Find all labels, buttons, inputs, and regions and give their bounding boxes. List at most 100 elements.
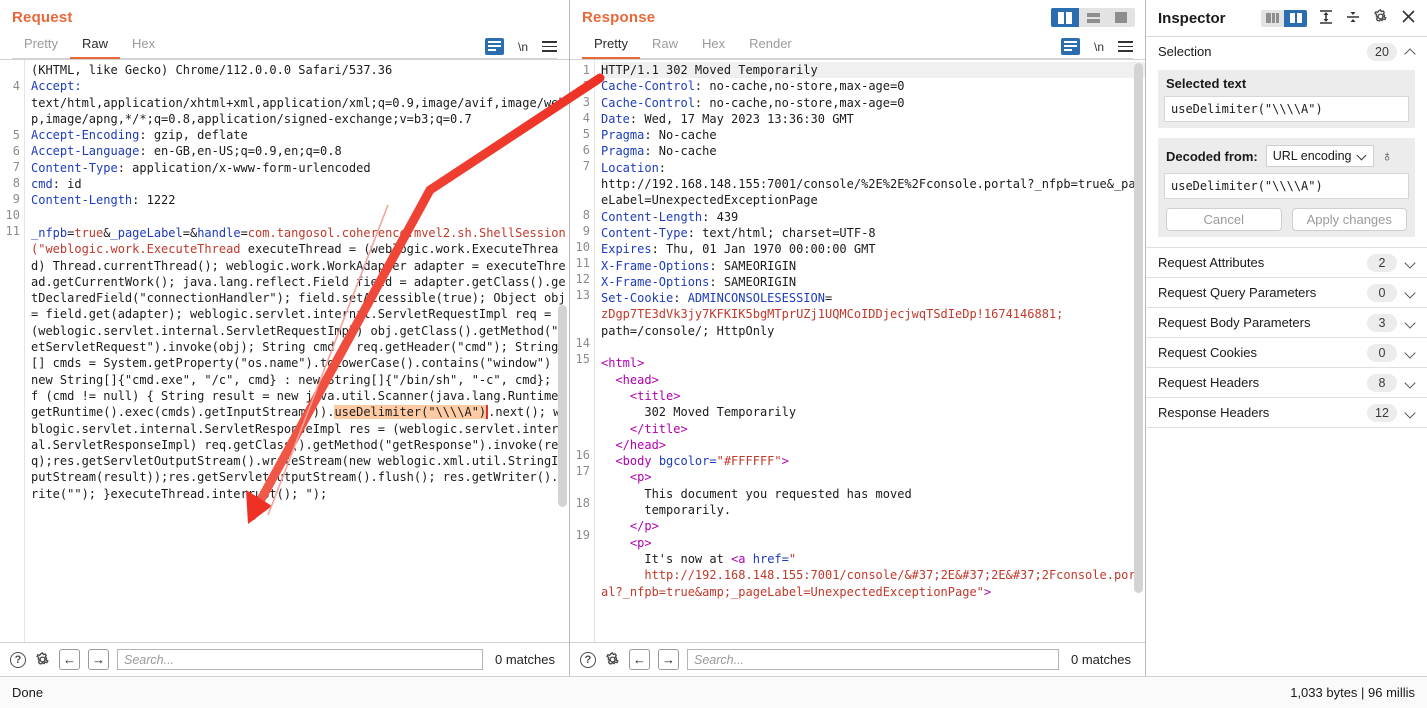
inspector-section-header[interactable]: Request Cookies 0 — [1146, 338, 1427, 367]
chevron-down-icon[interactable] — [1405, 377, 1417, 389]
request-tab-pretty[interactable]: Pretty — [12, 33, 70, 59]
selection-section-header[interactable]: Selection 20 — [1146, 37, 1427, 66]
close-icon[interactable] — [1400, 8, 1417, 28]
line-number — [0, 94, 20, 127]
chevron-down-icon[interactable] — [1405, 407, 1417, 419]
side-by-side-layout-icon[interactable] — [1051, 8, 1079, 27]
response-editor[interactable]: 1 2 3 4 5 6 7 8 9 10 11 12 13 14 15 16 17 18 19 HTTP/1.1 3… — [570, 59, 1145, 642]
line-number: 6 — [582, 143, 590, 157]
find-next-button[interactable]: → — [658, 649, 679, 670]
chevron-up-icon[interactable] — [1405, 46, 1417, 58]
layout-toggle-group — [1051, 8, 1135, 27]
line-number — [570, 383, 590, 399]
request-tab-hex[interactable]: Hex — [120, 33, 167, 59]
response-tab-render[interactable]: Render — [737, 33, 804, 59]
line-number: 1 — [582, 63, 590, 77]
request-search-input[interactable] — [117, 649, 484, 670]
hamburger-menu-icon[interactable] — [1118, 41, 1133, 52]
chevron-down-icon[interactable] — [1405, 317, 1417, 329]
request-tab-tools: \n — [484, 38, 557, 55]
code-line: path=/console/; HttpOnly — [601, 323, 1145, 339]
inspector-section-label: Request Cookies — [1158, 345, 1257, 360]
request-editor[interactable]: 4 5 6 7 8 9 10 11 (KHTML, like Gecko) Chrome/11… — [0, 59, 569, 642]
apply-changes-button[interactable]: Apply changes — [1291, 208, 1407, 231]
expand-all-icon[interactable] — [1318, 9, 1334, 28]
code-line: <p> — [601, 469, 1145, 485]
find-previous-button[interactable]: ← — [59, 649, 80, 670]
response-search-input[interactable] — [687, 649, 1060, 670]
request-scrollbar[interactable] — [558, 63, 567, 639]
response-scrollbar[interactable] — [1134, 63, 1143, 639]
word-wrap-icon[interactable] — [1060, 38, 1080, 55]
selected-text-label: Selected text — [1166, 76, 1247, 91]
newline-toggle-icon[interactable]: \n — [1094, 40, 1104, 54]
selection-section-body: Selected text useDelimiter("\\\\A") Deco… — [1146, 66, 1427, 247]
response-code-content[interactable]: HTTP/1.1 302 Moved Temporarily Cache-Cont… — [595, 60, 1145, 642]
code-line: Content-Length: 439 — [601, 209, 1145, 225]
response-tab-pretty[interactable]: Pretty — [582, 33, 640, 59]
refresh-decode-icon[interactable]: ♁ — [1382, 148, 1393, 165]
response-tab-hex[interactable]: Hex — [690, 33, 737, 59]
code-span: path=/console/; HttpOnly — [601, 323, 775, 338]
inspector-dock-left-icon[interactable] — [1261, 10, 1284, 27]
request-find-bar: ? ← → 0 matches — [0, 642, 569, 676]
response-line-numbers: 1 2 3 4 5 6 7 8 9 10 11 12 13 14 15 16 17 18 19 — [570, 60, 595, 642]
code-line: Pragma: No-cache — [601, 127, 1145, 143]
response-tab-raw[interactable]: Raw — [640, 33, 690, 59]
code-span: : gzip, deflate — [139, 128, 248, 143]
collapse-all-icon[interactable] — [1345, 9, 1361, 28]
word-wrap-icon[interactable] — [484, 38, 504, 55]
gear-icon[interactable] — [1372, 8, 1389, 28]
inspector-body: Selection 20 Selected text useDelimiter(… — [1146, 37, 1427, 676]
stacked-layout-icon[interactable] — [1079, 8, 1107, 27]
inspector-section-header[interactable]: Request Headers 8 — [1146, 368, 1427, 397]
help-icon[interactable]: ? — [580, 651, 596, 668]
inspector-section-header[interactable]: Response Headers 12 — [1146, 398, 1427, 427]
request-tab-raw[interactable]: Raw — [69, 33, 120, 59]
code-line: Expires: Thu, 01 Jan 1970 00:00:00 GMT — [601, 241, 1145, 257]
gear-icon[interactable] — [34, 651, 51, 668]
line-number — [570, 511, 590, 527]
selected-text-value[interactable]: useDelimiter("\\\\A") — [1164, 96, 1409, 122]
code-span: Expires — [601, 242, 652, 257]
code-span: 302 Moved Temporarily — [601, 405, 797, 420]
line-number: 9 — [12, 192, 20, 206]
single-pane-layout-icon[interactable] — [1107, 8, 1135, 27]
inspector-section-header[interactable]: Request Query Parameters 0 — [1146, 278, 1427, 307]
request-code-content[interactable]: (KHTML, like Gecko) Chrome/112.0.0.0 Saf… — [25, 60, 569, 642]
code-span: : 1222 — [132, 193, 176, 208]
decoded-from-block: Decoded from: URL encoding ♁ useDelimite… — [1158, 138, 1415, 237]
inspector-section-count: 12 — [1367, 403, 1397, 422]
inspector-section: Request Cookies 0 — [1146, 338, 1427, 368]
code-span: _pageLabel — [110, 225, 183, 240]
find-next-button[interactable]: → — [88, 649, 109, 670]
gear-icon[interactable] — [604, 651, 621, 668]
inspector-dock-right-icon[interactable] — [1284, 9, 1307, 27]
newline-toggle-icon[interactable]: \n — [518, 40, 528, 54]
code-line: Accept-Language: en-GB,en-US;q=0.9,en;q=… — [31, 143, 569, 159]
line-number — [570, 559, 590, 592]
code-line: Date: Wed, 17 May 2023 13:36:30 GMT — [601, 111, 1145, 127]
inspector-section-label: Request Headers — [1158, 375, 1260, 390]
inspector-section-header[interactable]: Request Body Parameters 3 — [1146, 308, 1427, 337]
code-line: cmd: id — [31, 176, 569, 192]
cancel-button[interactable]: Cancel — [1166, 208, 1282, 231]
decoded-value[interactable]: useDelimiter("\\\\A") — [1164, 173, 1409, 199]
chevron-down-icon[interactable] — [1405, 287, 1417, 299]
code-line: http://192.168.148.155:7001/console/%2E%… — [601, 176, 1145, 209]
code-span: This document you requested has moved — [601, 486, 912, 501]
find-previous-button[interactable]: ← — [629, 649, 650, 670]
help-icon[interactable]: ? — [10, 651, 26, 668]
inspector-section-header[interactable]: Request Attributes 2 — [1146, 248, 1427, 277]
code-line: X-Frame-Options: SAMEORIGIN — [601, 274, 1145, 290]
code-span: http://192.168.148.155:7001/console/%2E%… — [601, 177, 1143, 208]
code-span: (KHTML, like Gecko) Chrome/112.0.0.0 Saf… — [31, 63, 393, 77]
decoding-select[interactable]: URL encoding — [1265, 145, 1374, 167]
line-number — [570, 431, 590, 447]
chevron-down-icon[interactable] — [1405, 257, 1417, 269]
chevron-down-icon[interactable] — [1405, 347, 1417, 359]
code-span: : text/html; charset=UTF-8 — [687, 225, 876, 240]
hamburger-menu-icon[interactable] — [542, 41, 557, 52]
decoded-actions: Cancel Apply changes — [1164, 199, 1409, 231]
code-line: HTTP/1.1 302 Moved Temporarily — [601, 62, 1145, 79]
